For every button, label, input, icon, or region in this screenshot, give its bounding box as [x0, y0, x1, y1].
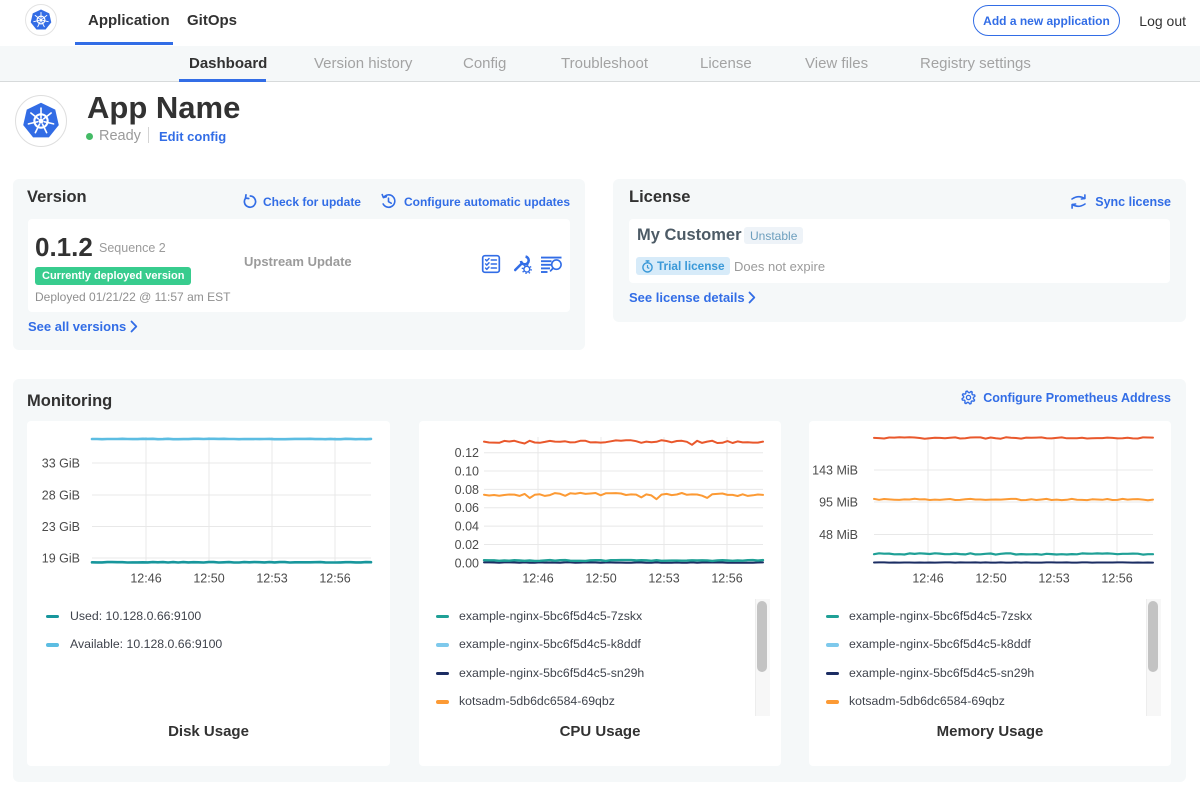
svg-text:23 GiB: 23 GiB — [42, 520, 80, 534]
svg-text:12:53: 12:53 — [1038, 572, 1069, 586]
svg-text:12:46: 12:46 — [130, 572, 161, 586]
svg-text:0.08: 0.08 — [455, 483, 479, 497]
svg-text:28 GiB: 28 GiB — [42, 489, 80, 503]
svg-text:12:56: 12:56 — [319, 572, 350, 586]
svg-text:19 GiB: 19 GiB — [42, 552, 80, 566]
svg-text:12:50: 12:50 — [975, 572, 1006, 586]
svg-text:12:53: 12:53 — [648, 572, 679, 586]
svg-text:0.12: 0.12 — [455, 446, 479, 460]
svg-text:33 GiB: 33 GiB — [42, 457, 80, 471]
svg-text:12:50: 12:50 — [193, 572, 224, 586]
svg-text:12:46: 12:46 — [522, 572, 553, 586]
svg-text:12:46: 12:46 — [912, 572, 943, 586]
svg-text:95 MiB: 95 MiB — [819, 496, 858, 510]
svg-text:143 MiB: 143 MiB — [812, 464, 858, 478]
svg-text:0.00: 0.00 — [455, 556, 479, 570]
svg-text:48 MiB: 48 MiB — [819, 528, 858, 542]
svg-text:0.04: 0.04 — [455, 520, 479, 534]
svg-text:0.10: 0.10 — [455, 465, 479, 479]
svg-text:12:50: 12:50 — [585, 572, 616, 586]
svg-text:12:53: 12:53 — [256, 572, 287, 586]
svg-text:0.06: 0.06 — [455, 501, 479, 515]
svg-text:12:56: 12:56 — [1101, 572, 1132, 586]
svg-text:0.02: 0.02 — [455, 538, 479, 552]
svg-text:12:56: 12:56 — [711, 572, 742, 586]
